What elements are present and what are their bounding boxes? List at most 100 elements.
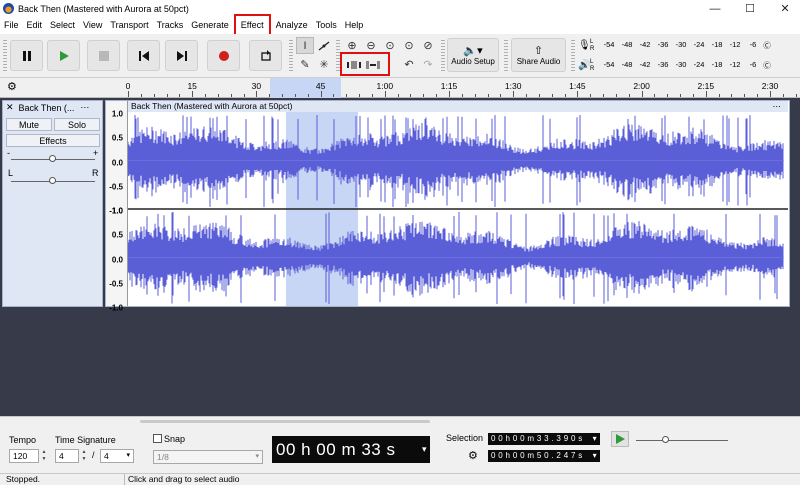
zoom-toggle-icon[interactable]: ⊘ bbox=[419, 37, 437, 54]
menu-analyze[interactable]: Analyze bbox=[272, 17, 312, 34]
menu-select[interactable]: Select bbox=[46, 17, 79, 34]
share-audio-label: Share Audio bbox=[516, 56, 561, 66]
ruler-tick-mark bbox=[294, 94, 296, 97]
ruler-tick-mark bbox=[564, 94, 566, 97]
solo-button[interactable]: Solo bbox=[54, 118, 100, 131]
gain-slider-knob[interactable] bbox=[49, 155, 56, 162]
menu-generate[interactable]: Generate bbox=[187, 17, 233, 34]
time-sig-denominator[interactable]: 4 ▾ bbox=[100, 449, 134, 463]
effects-button[interactable]: Effects bbox=[6, 134, 100, 147]
horizontal-scrollbar[interactable] bbox=[140, 420, 430, 423]
selection-end-field[interactable]: 0 0 h 0 0 m 5 0 . 2 4 7 s ▾ bbox=[488, 450, 600, 462]
skip-to-start-button[interactable] bbox=[127, 40, 160, 71]
menu-file[interactable]: File bbox=[0, 17, 23, 34]
envelope-tool-icon[interactable] bbox=[315, 37, 333, 54]
recording-meter[interactable]: 🎙 LR -54 -48 -42 -36 -30 -24 -18 -12 -6 … bbox=[578, 37, 800, 54]
play-speed-knob[interactable] bbox=[662, 436, 669, 443]
waveform[interactable] bbox=[128, 112, 788, 306]
ruler-tick-mark bbox=[680, 94, 682, 97]
share-audio-button[interactable]: ⇧ Share Audio bbox=[511, 38, 566, 72]
trim-audio-icon[interactable] bbox=[345, 56, 363, 73]
meter-tick: -48 bbox=[621, 40, 633, 49]
toolbar-grip[interactable] bbox=[571, 40, 575, 71]
toolbar-grip[interactable] bbox=[289, 40, 293, 71]
menu-tracks[interactable]: Tracks bbox=[153, 17, 188, 34]
menu-tools[interactable]: Tools bbox=[312, 17, 341, 34]
toolbar-grip[interactable] bbox=[441, 40, 445, 71]
skip-to-end-button[interactable] bbox=[165, 40, 198, 71]
draw-tool-icon[interactable]: ✎ bbox=[296, 56, 314, 73]
snap-label: Snap bbox=[164, 434, 186, 444]
loop-button[interactable] bbox=[249, 40, 282, 71]
menu-edit[interactable]: Edit bbox=[23, 17, 47, 34]
play-button[interactable] bbox=[47, 40, 80, 71]
snap-select[interactable]: 1/8 ▾ bbox=[153, 450, 263, 464]
tracks-area[interactable]: ✕ Back Then (... ⋯ Mute Solo Effects - +… bbox=[0, 98, 800, 416]
ruler-tick-mark bbox=[140, 94, 142, 97]
menu-effect[interactable]: Effect bbox=[233, 14, 271, 37]
clip-menu-icon[interactable]: ⋯ bbox=[773, 101, 783, 112]
multi-tool-icon[interactable]: ✳ bbox=[315, 56, 333, 73]
tempo-input[interactable]: 120 bbox=[9, 449, 39, 463]
selection-tool-icon[interactable]: I bbox=[296, 37, 314, 54]
close-button[interactable]: ✕ bbox=[770, 0, 800, 17]
tempo-stepper[interactable]: ▲ ▼ bbox=[40, 449, 48, 463]
play-speed-slider[interactable] bbox=[636, 440, 728, 441]
toolbar-grip[interactable] bbox=[3, 40, 7, 71]
track-control-panel: ✕ Back Then (... ⋯ Mute Solo Effects - +… bbox=[2, 100, 103, 307]
skip-end-icon bbox=[176, 50, 187, 61]
ruler-tick-label: 2:15 bbox=[697, 81, 715, 91]
time-sig-numerator[interactable]: 4 bbox=[55, 449, 79, 463]
meter-tick: -12 bbox=[729, 40, 741, 49]
redo-icon[interactable]: ↷ bbox=[419, 56, 437, 73]
channel-r: R bbox=[590, 45, 595, 52]
time-display[interactable]: 00 h 00 m 33 s ▾ bbox=[272, 436, 430, 463]
waveform-channel-left bbox=[128, 115, 784, 207]
meter-tick: -42 bbox=[639, 60, 651, 69]
menu-view[interactable]: View bbox=[79, 17, 106, 34]
status-state: Stopped. bbox=[6, 474, 41, 484]
audio-track[interactable]: 1.0 0.5 0.0 -0.5 -1.0 1.0 0.5 0.0 -0.5 -1.0 Back … bbox=[105, 100, 790, 313]
selection-start-field[interactable]: 0 0 h 0 0 m 3 3 . 3 9 0 s ▾ bbox=[488, 433, 600, 445]
meter-tick: -18 bbox=[711, 40, 723, 49]
status-bar: Stopped. Click and drag to select audio bbox=[0, 473, 800, 485]
toolbar-grip[interactable] bbox=[504, 40, 508, 71]
maximize-button[interactable]: ☐ bbox=[735, 0, 765, 17]
play-icon bbox=[616, 434, 625, 444]
pan-left-label: L bbox=[8, 168, 14, 178]
ruler-tick-mark bbox=[718, 94, 720, 97]
record-button[interactable] bbox=[207, 40, 240, 71]
chevron-down-icon: ▾ bbox=[592, 451, 597, 460]
stop-button[interactable] bbox=[87, 40, 120, 71]
pan-slider-knob[interactable] bbox=[49, 177, 56, 184]
ruler-tick-mark bbox=[371, 94, 373, 97]
ruler-tick-label: 1:30 bbox=[504, 81, 522, 91]
time-sig-numerator-stepper[interactable]: ▲ ▼ bbox=[80, 449, 88, 463]
selection-settings-icon[interactable]: ⚙ bbox=[468, 449, 478, 462]
playback-meter[interactable]: 🔊 LR -54 -48 -42 -36 -30 -24 -18 -12 -6 … bbox=[578, 57, 800, 74]
close-track-icon[interactable]: ✕ bbox=[6, 102, 14, 113]
play-at-speed-button[interactable] bbox=[611, 431, 629, 447]
silence-audio-icon[interactable] bbox=[364, 56, 382, 73]
snap-checkbox[interactable] bbox=[153, 434, 162, 443]
bottom-toolbar: Tempo 120 ▲ ▼ Time Signature 4 ▲ ▼ / 4 ▾ S… bbox=[0, 416, 800, 473]
mute-button[interactable]: Mute bbox=[6, 118, 52, 131]
ruler-tick-mark bbox=[513, 91, 515, 97]
audio-setup-button[interactable]: 🔈▾ Audio Setup bbox=[447, 38, 499, 72]
undo-icon[interactable]: ↶ bbox=[400, 56, 418, 73]
audio-setup-label: Audio Setup bbox=[451, 56, 495, 66]
meter-scale: -54 -48 -42 -36 -30 -24 -18 -12 -6 Ⓒ bbox=[600, 40, 772, 51]
track-menu-icon[interactable]: ⋯ bbox=[80, 102, 90, 113]
menu-help[interactable]: Help bbox=[341, 17, 368, 34]
timeline-settings-icon[interactable]: ⚙ bbox=[7, 80, 17, 93]
menu-transport[interactable]: Transport bbox=[106, 17, 152, 34]
fit-project-icon[interactable]: ⊙ bbox=[400, 37, 418, 54]
minimize-button[interactable]: — bbox=[700, 0, 730, 17]
clip-title-bar[interactable]: Back Then (Mastered with Aurora at 50pct… bbox=[128, 101, 788, 112]
timeline-ruler[interactable]: ⚙ 0 15 30 45 1:00 1:15 1:30 1:45 2:00 2:15 2:30 bbox=[0, 78, 800, 98]
pause-button[interactable] bbox=[10, 40, 43, 71]
vertical-scale[interactable]: 1.0 0.5 0.0 -0.5 -1.0 1.0 0.5 0.0 -0.5 -1.0 bbox=[106, 101, 128, 313]
ruler-tick-mark bbox=[346, 94, 348, 97]
ruler-tick-mark bbox=[603, 94, 605, 97]
track-name[interactable]: Back Then (... bbox=[19, 103, 75, 113]
